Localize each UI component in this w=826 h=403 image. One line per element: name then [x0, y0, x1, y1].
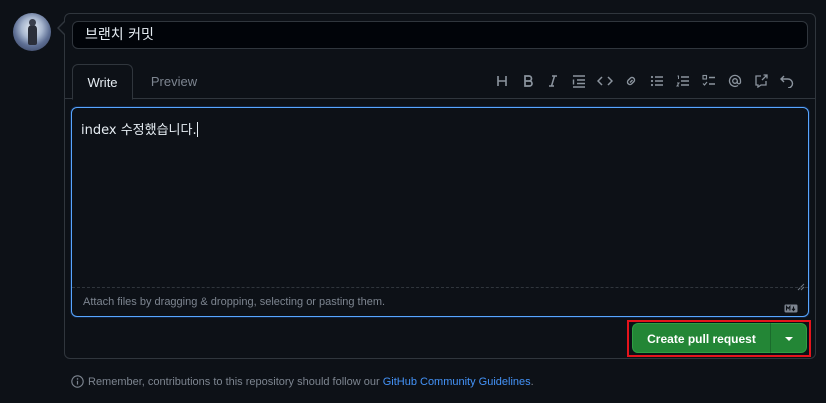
avatar-figure — [28, 19, 37, 45]
contribution-notice: Remember, contributions to this reposito… — [71, 374, 534, 390]
create-pr-dropdown-button[interactable] — [770, 323, 807, 353]
comment-textarea[interactable]: index 수정했습니다. Attach files by dragging &… — [71, 107, 809, 317]
ordered-list-icon[interactable] — [674, 71, 692, 93]
bold-icon[interactable] — [519, 71, 537, 93]
text-cursor — [196, 122, 198, 137]
avatar[interactable] — [13, 13, 51, 51]
tab-write[interactable]: Write — [72, 64, 133, 100]
create-pull-request-button[interactable]: Create pull request — [632, 323, 770, 353]
mention-icon[interactable] — [726, 71, 744, 93]
comment-text: index 수정했습니다. — [81, 119, 198, 138]
unordered-list-icon[interactable] — [648, 71, 666, 93]
panel-caret-inner — [59, 21, 66, 35]
quote-icon[interactable] — [570, 71, 588, 93]
title-input[interactable]: 브랜치 커밋 — [72, 21, 808, 49]
undo-icon[interactable] — [778, 71, 796, 93]
triangle-down-icon — [785, 337, 793, 341]
info-icon — [71, 375, 84, 393]
task-list-icon[interactable] — [700, 71, 718, 93]
comment-text-value: index 수정했습니다. — [81, 123, 197, 138]
community-guidelines-link[interactable]: GitHub Community Guidelines — [383, 376, 531, 388]
link-icon[interactable] — [622, 71, 640, 93]
notice-prefix: Remember, contributions to this reposito… — [88, 376, 383, 388]
reference-icon[interactable] — [752, 71, 770, 93]
attach-files-bar[interactable]: Attach files by dragging & dropping, sel… — [72, 287, 808, 317]
heading-icon[interactable] — [493, 71, 511, 93]
notice-suffix: . — [530, 376, 534, 388]
italic-icon[interactable] — [544, 71, 562, 93]
tab-preview[interactable]: Preview — [143, 64, 205, 100]
attach-hint: Attach files by dragging & dropping, sel… — [83, 296, 386, 308]
resize-handle[interactable] — [797, 278, 805, 291]
code-icon[interactable] — [596, 71, 614, 93]
